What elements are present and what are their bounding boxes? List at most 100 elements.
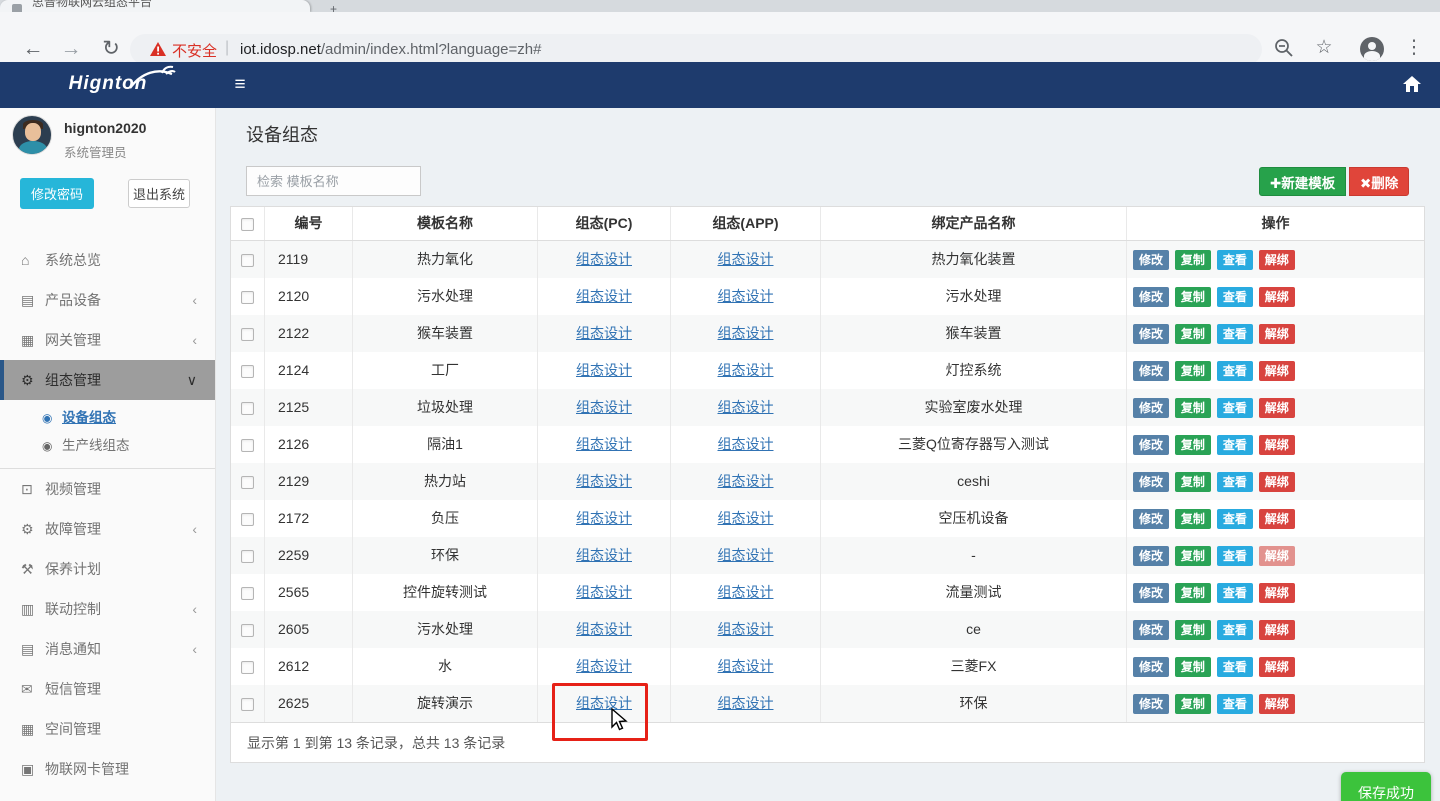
- modify-button[interactable]: 修改: [1133, 694, 1169, 714]
- pc-design-link[interactable]: 组态设计: [576, 251, 632, 267]
- copy-button[interactable]: 复制: [1175, 250, 1211, 270]
- browser-menu-icon[interactable]: ⋮: [1402, 36, 1426, 59]
- view-button[interactable]: 查看: [1217, 583, 1253, 603]
- copy-button[interactable]: 复制: [1175, 583, 1211, 603]
- sidebar-item-10[interactable]: ▦空间管理: [0, 709, 215, 749]
- row-checkbox[interactable]: [241, 254, 254, 267]
- unbind-button[interactable]: 解绑: [1259, 398, 1295, 418]
- app-design-link[interactable]: 组态设计: [718, 251, 774, 267]
- row-checkbox[interactable]: [241, 661, 254, 674]
- unbind-button[interactable]: 解绑: [1259, 583, 1295, 603]
- pc-design-link[interactable]: 组态设计: [576, 695, 632, 711]
- sidebar-item-3[interactable]: ⚙组态管理 ∨: [0, 360, 215, 400]
- app-design-link[interactable]: 组态设计: [718, 399, 774, 415]
- modify-button[interactable]: 修改: [1133, 472, 1169, 492]
- unbind-button[interactable]: 解绑: [1259, 509, 1295, 529]
- sidebar-item-12[interactable]: ▤知识分类: [0, 789, 215, 801]
- app-design-link[interactable]: 组态设计: [718, 510, 774, 526]
- row-checkbox[interactable]: [241, 476, 254, 489]
- sidebar-subitem[interactable]: ◉生产线组态: [0, 432, 215, 460]
- sidebar-item-9[interactable]: ✉短信管理: [0, 669, 215, 709]
- row-checkbox[interactable]: [241, 587, 254, 600]
- sidebar-subitem[interactable]: ◉设备组态: [0, 404, 215, 432]
- reload-icon[interactable]: ↻: [98, 36, 124, 62]
- copy-button[interactable]: 复制: [1175, 546, 1211, 566]
- sidebar-item-1[interactable]: ▤产品设备 ‹: [0, 280, 215, 320]
- zoom-out-icon[interactable]: [1272, 38, 1296, 58]
- modify-button[interactable]: 修改: [1133, 250, 1169, 270]
- row-checkbox[interactable]: [241, 365, 254, 378]
- pc-design-link[interactable]: 组态设计: [576, 473, 632, 489]
- unbind-button[interactable]: 解绑: [1259, 472, 1295, 492]
- back-icon[interactable]: ←: [20, 36, 46, 62]
- app-design-link[interactable]: 组态设计: [718, 362, 774, 378]
- app-design-link[interactable]: 组态设计: [718, 325, 774, 341]
- sidebar-item-7[interactable]: ▥联动控制 ‹: [0, 589, 215, 629]
- copy-button[interactable]: 复制: [1175, 287, 1211, 307]
- view-button[interactable]: 查看: [1217, 250, 1253, 270]
- modify-button[interactable]: 修改: [1133, 324, 1169, 344]
- pc-design-link[interactable]: 组态设计: [576, 362, 632, 378]
- view-button[interactable]: 查看: [1217, 287, 1253, 307]
- copy-button[interactable]: 复制: [1175, 324, 1211, 344]
- view-button[interactable]: 查看: [1217, 694, 1253, 714]
- pc-design-link[interactable]: 组态设计: [576, 436, 632, 452]
- view-button[interactable]: 查看: [1217, 620, 1253, 640]
- copy-button[interactable]: 复制: [1175, 509, 1211, 529]
- row-checkbox[interactable]: [241, 291, 254, 304]
- app-design-link[interactable]: 组态设计: [718, 658, 774, 674]
- browser-profile-icon[interactable]: [1360, 37, 1384, 61]
- copy-button[interactable]: 复制: [1175, 657, 1211, 677]
- view-button[interactable]: 查看: [1217, 657, 1253, 677]
- view-button[interactable]: 查看: [1217, 509, 1253, 529]
- change-password-button[interactable]: 修改密码: [20, 178, 94, 209]
- row-checkbox[interactable]: [241, 328, 254, 341]
- view-button[interactable]: 查看: [1217, 472, 1253, 492]
- sidebar-item-11[interactable]: ▣物联网卡管理: [0, 749, 215, 789]
- app-design-link[interactable]: 组态设计: [718, 288, 774, 304]
- copy-button[interactable]: 复制: [1175, 361, 1211, 381]
- row-checkbox[interactable]: [241, 698, 254, 711]
- unbind-button[interactable]: 解绑: [1259, 546, 1295, 566]
- app-design-link[interactable]: 组态设计: [718, 473, 774, 489]
- pc-design-link[interactable]: 组态设计: [576, 399, 632, 415]
- unbind-button[interactable]: 解绑: [1259, 250, 1295, 270]
- view-button[interactable]: 查看: [1217, 361, 1253, 381]
- logout-button[interactable]: 退出系统: [128, 179, 190, 208]
- sidebar-toggle-icon[interactable]: ≡: [228, 71, 252, 99]
- modify-button[interactable]: 修改: [1133, 546, 1169, 566]
- row-checkbox[interactable]: [241, 439, 254, 452]
- app-design-link[interactable]: 组态设计: [718, 547, 774, 563]
- copy-button[interactable]: 复制: [1175, 472, 1211, 492]
- copy-button[interactable]: 复制: [1175, 694, 1211, 714]
- row-checkbox[interactable]: [241, 513, 254, 526]
- unbind-button[interactable]: 解绑: [1259, 435, 1295, 455]
- row-checkbox[interactable]: [241, 624, 254, 637]
- forward-icon[interactable]: →: [58, 36, 84, 62]
- modify-button[interactable]: 修改: [1133, 657, 1169, 677]
- sidebar-item-8[interactable]: ▤消息通知 ‹: [0, 629, 215, 669]
- pc-design-link[interactable]: 组态设计: [576, 658, 632, 674]
- new-template-button[interactable]: ✚新建模板: [1259, 167, 1346, 196]
- sidebar-item-6[interactable]: ⚒保养计划: [0, 549, 215, 589]
- app-design-link[interactable]: 组态设计: [718, 436, 774, 452]
- app-design-link[interactable]: 组态设计: [718, 584, 774, 600]
- view-button[interactable]: 查看: [1217, 435, 1253, 455]
- search-input[interactable]: [246, 166, 421, 196]
- modify-button[interactable]: 修改: [1133, 361, 1169, 381]
- select-all-checkbox[interactable]: [241, 218, 254, 231]
- view-button[interactable]: 查看: [1217, 398, 1253, 418]
- pc-design-link[interactable]: 组态设计: [576, 547, 632, 563]
- delete-button[interactable]: ✖删除: [1349, 167, 1409, 196]
- sidebar-item-5[interactable]: ⚙故障管理 ‹: [0, 509, 215, 549]
- pc-design-link[interactable]: 组态设计: [576, 584, 632, 600]
- unbind-button[interactable]: 解绑: [1259, 694, 1295, 714]
- modify-button[interactable]: 修改: [1133, 583, 1169, 603]
- sidebar-item-0[interactable]: ⌂系统总览: [0, 240, 215, 280]
- unbind-button[interactable]: 解绑: [1259, 620, 1295, 640]
- modify-button[interactable]: 修改: [1133, 620, 1169, 640]
- logo[interactable]: Hignton: [0, 62, 216, 108]
- unbind-button[interactable]: 解绑: [1259, 657, 1295, 677]
- modify-button[interactable]: 修改: [1133, 398, 1169, 418]
- unbind-button[interactable]: 解绑: [1259, 287, 1295, 307]
